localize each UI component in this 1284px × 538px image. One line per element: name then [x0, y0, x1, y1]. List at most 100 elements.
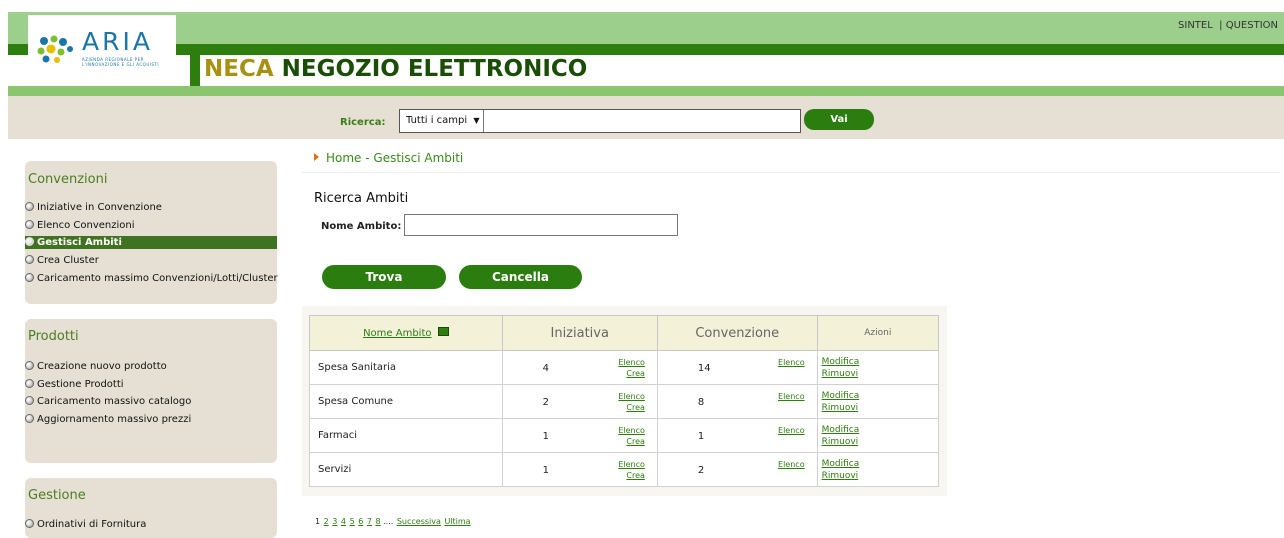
section-title: Ricerca Ambiti	[314, 191, 409, 206]
ambiti-table: Nome Ambito Iniziativa Convenzione Azion…	[309, 315, 940, 487]
search-field-select[interactable]: Tutti i campi ▼	[400, 110, 484, 132]
modifica-link[interactable]: Modifica	[822, 391, 860, 401]
cell-iniziativa: 1 Elenco Crea	[501, 452, 658, 487]
rimuovi-link[interactable]: Rimuovi	[822, 437, 859, 447]
sidebar-item-aggiornamento-prezzi[interactable]: Aggiornamento massivo prezzi	[25, 413, 277, 426]
site-title-rest: NEGOZIO ELETTRONICO	[281, 56, 588, 82]
top-link-separator: |	[1216, 20, 1226, 31]
sort-icon[interactable]	[437, 327, 449, 336]
page-link[interactable]: 7	[367, 517, 372, 526]
sidebar-item-crea-cluster[interactable]: Crea Cluster	[25, 254, 277, 267]
iniziativa-links: Elenco Crea	[618, 459, 645, 481]
elenco-link[interactable]: Elenco	[778, 358, 805, 367]
cell-convenzione: 14 Elenco	[656, 350, 818, 385]
search-input[interactable]: Tutti i campi ▼	[399, 109, 801, 133]
sidebar-item-caricamento-convenzioni[interactable]: Caricamento massimo Convenzioni/Lotti/Cl…	[25, 272, 278, 285]
iniziativa-count: 1	[542, 465, 549, 476]
table-row: Farmaci 1 Elenco Crea 1 Elenco Modifica Rimu…	[309, 418, 940, 453]
sidebar-item-label: Caricamento massimo Convenzioni/Lotti/Cl…	[37, 273, 278, 284]
cell-nome-ambito: Spesa Comune	[309, 384, 503, 419]
search-field-select-value: Tutti i campi	[406, 115, 468, 126]
top-link-question[interactable]: QUESTION	[1226, 20, 1278, 31]
azioni-links: Modifica Rimuovi	[822, 356, 860, 380]
page-last-link[interactable]: Ultima	[444, 517, 470, 526]
cell-nome-ambito: Servizi	[309, 452, 503, 487]
page-link[interactable]: 4	[341, 517, 346, 526]
aria-logo-icon	[37, 35, 73, 63]
modifica-link[interactable]: Modifica	[822, 425, 860, 435]
header-band	[8, 12, 1284, 44]
page-link[interactable]: 2	[324, 517, 329, 526]
convenzione-count: 8	[697, 397, 705, 408]
sidebar-item-caricamento-catalogo[interactable]: Caricamento massivo catalogo	[25, 395, 277, 408]
trova-button[interactable]: Trova	[322, 265, 446, 289]
crea-link[interactable]: Crea	[626, 369, 645, 378]
page-link[interactable]: 3	[332, 517, 337, 526]
sidebar-item-iniziative[interactable]: Iniziative in Convenzione	[25, 201, 277, 214]
top-links: SINTEL | QUESTION	[1178, 20, 1278, 31]
bullet-icon	[25, 379, 34, 388]
column-header-azioni: Azioni	[816, 315, 940, 351]
sidebar-item-label: Iniziative in Convenzione	[37, 202, 162, 213]
iniziativa-links: Elenco Crea	[618, 357, 645, 379]
page-link[interactable]: 8	[375, 517, 380, 526]
table-row: Servizi 1 Elenco Crea 2 Elenco Modifica Rimu…	[309, 452, 940, 487]
cell-iniziativa: 2 Elenco Crea	[501, 384, 658, 419]
arrow-right-icon	[314, 153, 319, 161]
crea-link[interactable]: Crea	[626, 437, 645, 446]
crea-link[interactable]: Crea	[626, 471, 645, 480]
elenco-link[interactable]: Elenco	[778, 392, 805, 401]
sidebar-item-elenco-convenzioni[interactable]: Elenco Convenzioni	[25, 219, 277, 232]
iniziativa-links: Elenco Crea	[618, 425, 645, 447]
site-title: NECA NEGOZIO ELETTRONICO	[204, 56, 587, 82]
crea-link[interactable]: Crea	[626, 403, 645, 412]
bullet-icon	[25, 255, 34, 264]
bullet-icon	[25, 273, 34, 282]
cell-iniziativa: 1 Elenco Crea	[501, 418, 658, 453]
breadcrumb-text: Home - Gestisci Ambiti	[326, 151, 464, 165]
page-current: 1	[315, 517, 321, 526]
iniziativa-count: 1	[542, 431, 549, 442]
page-link[interactable]: 5	[350, 517, 355, 526]
logo-wordmark: ARIA	[82, 27, 153, 56]
column-header-nome-ambito[interactable]: Nome Ambito	[309, 315, 503, 351]
elenco-link[interactable]: Elenco	[618, 460, 645, 469]
aria-logo[interactable]: ARIA AZIENDA REGIONALE PER L'INNOVAZIONE…	[28, 15, 176, 85]
elenco-link[interactable]: Elenco	[778, 460, 805, 469]
page-link[interactable]: 6	[358, 517, 363, 526]
sidebar-item-gestisci-ambiti[interactable]: Gestisci Ambiti	[25, 236, 277, 249]
column-header-convenzione: Convenzione	[656, 315, 818, 351]
iniziativa-count: 4	[542, 363, 549, 374]
elenco-link[interactable]: Elenco	[618, 426, 645, 435]
cell-nome-ambito: Spesa Sanitaria	[309, 350, 503, 385]
convenzione-count: 14	[697, 363, 711, 374]
convenzione-links: Elenco	[778, 391, 805, 402]
rimuovi-link[interactable]: Rimuovi	[822, 369, 859, 379]
cell-convenzione: 2 Elenco	[656, 452, 818, 487]
elenco-link[interactable]: Elenco	[618, 358, 645, 367]
convenzione-count: 1	[697, 431, 705, 442]
sidebar-title-prodotti: Prodotti	[28, 329, 79, 344]
column-header-iniziativa: Iniziativa	[501, 315, 658, 351]
table-header-row: Nome Ambito Iniziativa Convenzione Azion…	[309, 315, 940, 351]
breadcrumb[interactable]: Home - Gestisci Ambiti	[314, 151, 463, 165]
vai-button[interactable]: Vai	[804, 109, 874, 130]
page-next-link[interactable]: Successiva	[397, 517, 441, 526]
elenco-link[interactable]: Elenco	[618, 392, 645, 401]
bullet-icon	[25, 519, 34, 528]
sidebar-item-ordinativi[interactable]: Ordinativi di Fornitura	[25, 518, 277, 531]
top-link-sintel[interactable]: SINTEL	[1178, 20, 1213, 31]
cell-convenzione: 8 Elenco	[656, 384, 818, 419]
sidebar-item-creazione-prodotto[interactable]: Creazione nuovo prodotto	[25, 360, 277, 373]
azioni-links: Modifica Rimuovi	[822, 390, 860, 414]
elenco-link[interactable]: Elenco	[778, 426, 805, 435]
convenzione-links: Elenco	[778, 357, 805, 368]
sidebar-item-label: Elenco Convenzioni	[37, 220, 135, 231]
sidebar-item-gestione-prodotti[interactable]: Gestione Prodotti	[25, 378, 277, 391]
modifica-link[interactable]: Modifica	[822, 357, 860, 367]
rimuovi-link[interactable]: Rimuovi	[822, 471, 859, 481]
modifica-link[interactable]: Modifica	[822, 459, 860, 469]
rimuovi-link[interactable]: Rimuovi	[822, 403, 859, 413]
cancella-button[interactable]: Cancella	[459, 265, 582, 289]
nome-ambito-input[interactable]	[404, 214, 678, 236]
